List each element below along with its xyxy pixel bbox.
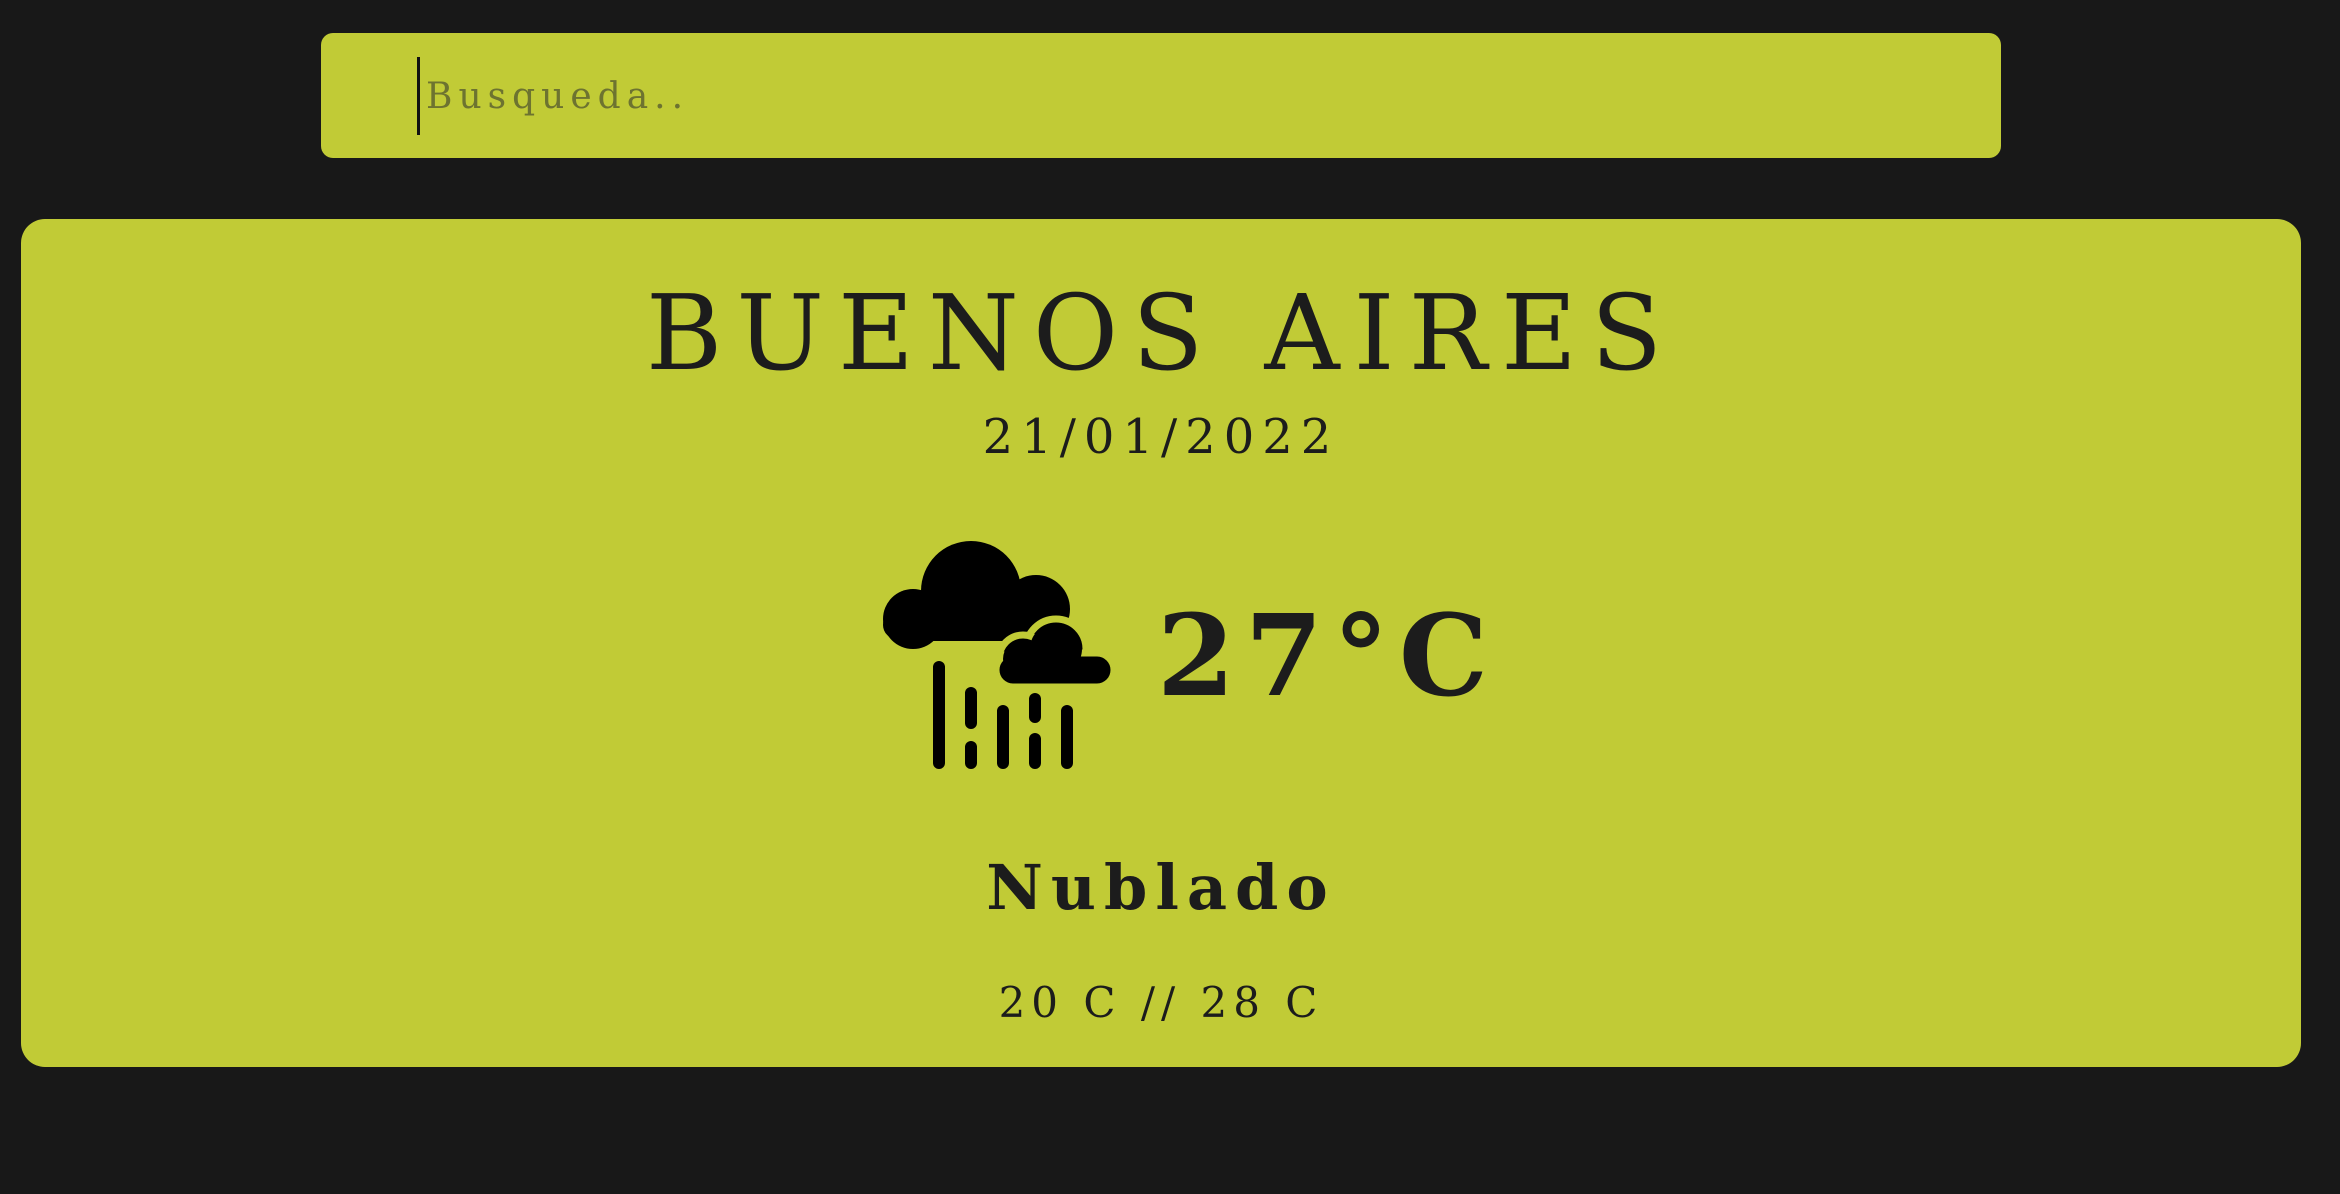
- weather-card: BUENOS AIRES 21/01/2022 27°C Nublado 20 …: [21, 219, 2301, 1067]
- cloud-rain-icon: [883, 541, 1118, 769]
- weather-summary: 27°C: [21, 529, 2301, 779]
- temperature-range: 20 C // 28 C: [998, 978, 1324, 1027]
- temperature: 27°C: [1157, 591, 1498, 722]
- city-name: BUENOS AIRES: [645, 272, 1677, 394]
- search-input[interactable]: [417, 57, 1926, 135]
- weather-condition: Nublado: [986, 851, 1336, 924]
- search-bar[interactable]: [321, 33, 2001, 158]
- weather-date: 21/01/2022: [982, 409, 1340, 465]
